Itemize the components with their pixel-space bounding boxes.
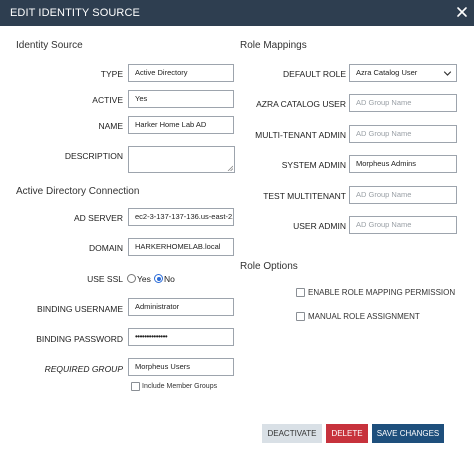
multi-tenant-admin-input[interactable]: AD Group Name	[349, 125, 457, 143]
name-label: NAME	[98, 121, 123, 131]
binding-username-label: BINDING USERNAME	[37, 304, 123, 314]
active-label: ACTIVE	[92, 95, 123, 105]
domain-field[interactable]: HARKERHOMELAB.local	[128, 238, 234, 256]
use-ssl-no-radio[interactable]	[154, 274, 163, 283]
default-role-value: Azra Catalog User	[356, 68, 418, 77]
save-changes-button[interactable]: SAVE CHANGES	[372, 424, 444, 443]
delete-button[interactable]: DELETE	[326, 424, 368, 443]
required-group-label: REQUIRED GROUP	[44, 364, 123, 374]
use-ssl-yes-radio[interactable]	[127, 274, 136, 283]
test-multitenant-input[interactable]: AD Group Name	[349, 186, 457, 204]
type-label: TYPE	[100, 69, 123, 79]
ad-server-label: AD SERVER	[74, 213, 123, 223]
type-field[interactable]: Active Directory	[128, 64, 234, 82]
include-member-groups-label[interactable]: Include Member Groups	[142, 383, 217, 390]
deactivate-button[interactable]: DEACTIVATE	[262, 424, 322, 443]
include-member-groups-checkbox[interactable]	[131, 382, 140, 391]
system-admin-label: SYSTEM ADMIN	[281, 160, 346, 170]
binding-password-field[interactable]: ••••••••••••••	[128, 328, 234, 346]
modal-title: EDIT IDENTITY SOURCE	[10, 7, 140, 19]
edit-identity-source-modal: EDIT IDENTITY SOURCE Identity Source TYP…	[0, 0, 474, 466]
binding-password-label: BINDING PASSWORD	[36, 334, 123, 344]
azra-catalog-user-input[interactable]: AD Group Name	[349, 94, 457, 112]
modal-header: EDIT IDENTITY SOURCE	[0, 0, 474, 26]
description-label: DESCRIPTION	[64, 151, 123, 161]
test-multitenant-label: TEST MULTITENANT	[263, 191, 346, 201]
manual-role-assignment-label[interactable]: MANUAL ROLE ASSIGNMENT	[308, 312, 420, 321]
manual-role-assignment-checkbox[interactable]	[296, 312, 305, 321]
binding-username-field[interactable]: Administrator	[128, 298, 234, 316]
close-icon[interactable]	[455, 5, 469, 19]
ad-connection-section-title: Active Directory Connection	[16, 186, 140, 197]
description-textarea[interactable]	[128, 146, 235, 173]
name-field[interactable]: Harker Home Lab AD	[128, 116, 234, 134]
azra-catalog-user-label: AZRA CATALOG USER	[256, 99, 346, 109]
use-ssl-yes-label[interactable]: Yes	[137, 274, 151, 284]
enable-role-mapping-permission-checkbox[interactable]	[296, 288, 305, 297]
active-field[interactable]: Yes	[128, 90, 234, 108]
user-admin-input[interactable]: AD Group Name	[349, 216, 457, 234]
default-role-select[interactable]: Azra Catalog User	[349, 64, 457, 82]
required-group-field[interactable]: Morpheus Users	[128, 358, 234, 376]
identity-source-section-title: Identity Source	[16, 40, 83, 51]
role-mappings-section-title: Role Mappings	[240, 40, 307, 51]
ad-server-field[interactable]: ec2-3-137-137-136.us-east-2.cc	[128, 208, 234, 226]
resize-grip-icon[interactable]	[227, 165, 233, 171]
default-role-label: DEFAULT ROLE	[283, 69, 346, 79]
use-ssl-label: USE SSL	[87, 274, 123, 284]
user-admin-label: USER ADMIN	[293, 221, 346, 231]
system-admin-input[interactable]: Morpheus Admins	[349, 155, 457, 173]
chevron-down-icon	[443, 71, 452, 76]
multi-tenant-admin-label: MULTI-TENANT ADMIN	[255, 130, 346, 140]
enable-role-mapping-permission-label[interactable]: ENABLE ROLE MAPPING PERMISSION	[308, 288, 455, 297]
domain-label: DOMAIN	[89, 243, 123, 253]
role-options-section-title: Role Options	[240, 261, 298, 272]
use-ssl-no-label[interactable]: No	[164, 274, 175, 284]
